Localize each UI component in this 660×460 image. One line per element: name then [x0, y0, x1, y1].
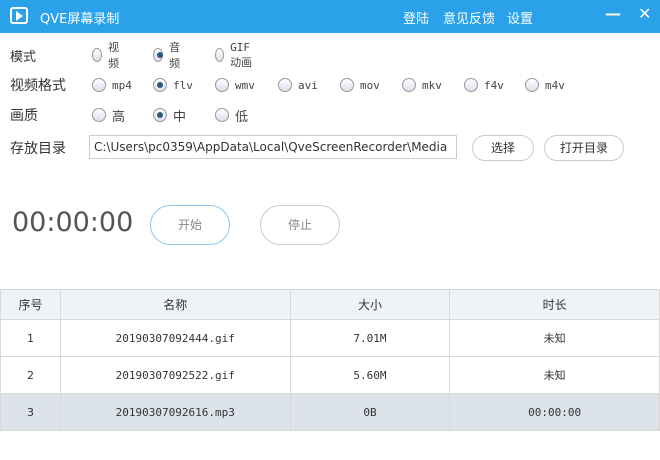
- menu-feedback[interactable]: 意见反馈: [443, 8, 495, 27]
- col-name: 名称: [59, 289, 291, 320]
- stop-button[interactable]: 停止: [260, 205, 340, 245]
- mode-label: 模式: [10, 49, 37, 65]
- format-f4v-radio[interactable]: f4v: [464, 78, 504, 92]
- choose-button[interactable]: 选择: [472, 135, 534, 161]
- quality-medium-radio[interactable]: 中: [153, 106, 186, 125]
- table-row[interactable]: 2 20190307092522.gif 5.60M 未知: [0, 356, 660, 394]
- storage-path-input[interactable]: C:\Users\pc0359\AppData\Local\QveScreenR…: [89, 135, 457, 159]
- format-m4v-radio[interactable]: m4v: [525, 78, 565, 92]
- mode-audio-radio[interactable]: 音频: [153, 39, 184, 71]
- menu-login[interactable]: 登陆: [403, 8, 429, 27]
- title-bar: QVE屏幕录制 登陆 意见反馈 设置 — ✕: [0, 0, 660, 33]
- open-dir-button[interactable]: 打开目录: [544, 135, 624, 161]
- format-mp4-radio[interactable]: mp4: [92, 78, 132, 92]
- format-flv-radio[interactable]: flv: [153, 78, 193, 92]
- quality-low-radio[interactable]: 低: [215, 106, 248, 125]
- app-title: QVE屏幕录制: [40, 12, 120, 27]
- start-button[interactable]: 开始: [150, 205, 230, 245]
- timer-display: 00:00:00: [12, 207, 134, 238]
- table-row[interactable]: 1 20190307092444.gif 7.01M 未知: [0, 319, 660, 357]
- mode-video-radio[interactable]: 视频: [92, 39, 123, 71]
- storage-label: 存放目录: [10, 141, 66, 157]
- close-button[interactable]: ✕: [638, 4, 651, 23]
- format-mov-radio[interactable]: mov: [340, 78, 380, 92]
- quality-high-radio[interactable]: 高: [92, 106, 125, 125]
- quality-label: 画质: [10, 108, 38, 124]
- format-label: 视频格式: [10, 78, 66, 94]
- mode-gif-radio[interactable]: GIF动画: [215, 41, 255, 70]
- format-avi-radio[interactable]: avi: [278, 78, 318, 92]
- col-size: 大小: [289, 289, 451, 320]
- col-index: 序号: [0, 289, 61, 320]
- format-mkv-radio[interactable]: mkv: [402, 78, 442, 92]
- minimize-button[interactable]: —: [605, 4, 621, 23]
- table-row[interactable]: 3 20190307092616.mp3 0B 00:00:00: [0, 393, 660, 431]
- format-wmv-radio[interactable]: wmv: [215, 78, 255, 92]
- menu-settings[interactable]: 设置: [507, 8, 533, 27]
- col-duration: 时长: [449, 289, 660, 320]
- app-logo-icon: [10, 7, 28, 24]
- recordings-table: 序号 名称 大小 时长 1 20190307092444.gif 7.01M 未知 2 201…: [0, 289, 660, 431]
